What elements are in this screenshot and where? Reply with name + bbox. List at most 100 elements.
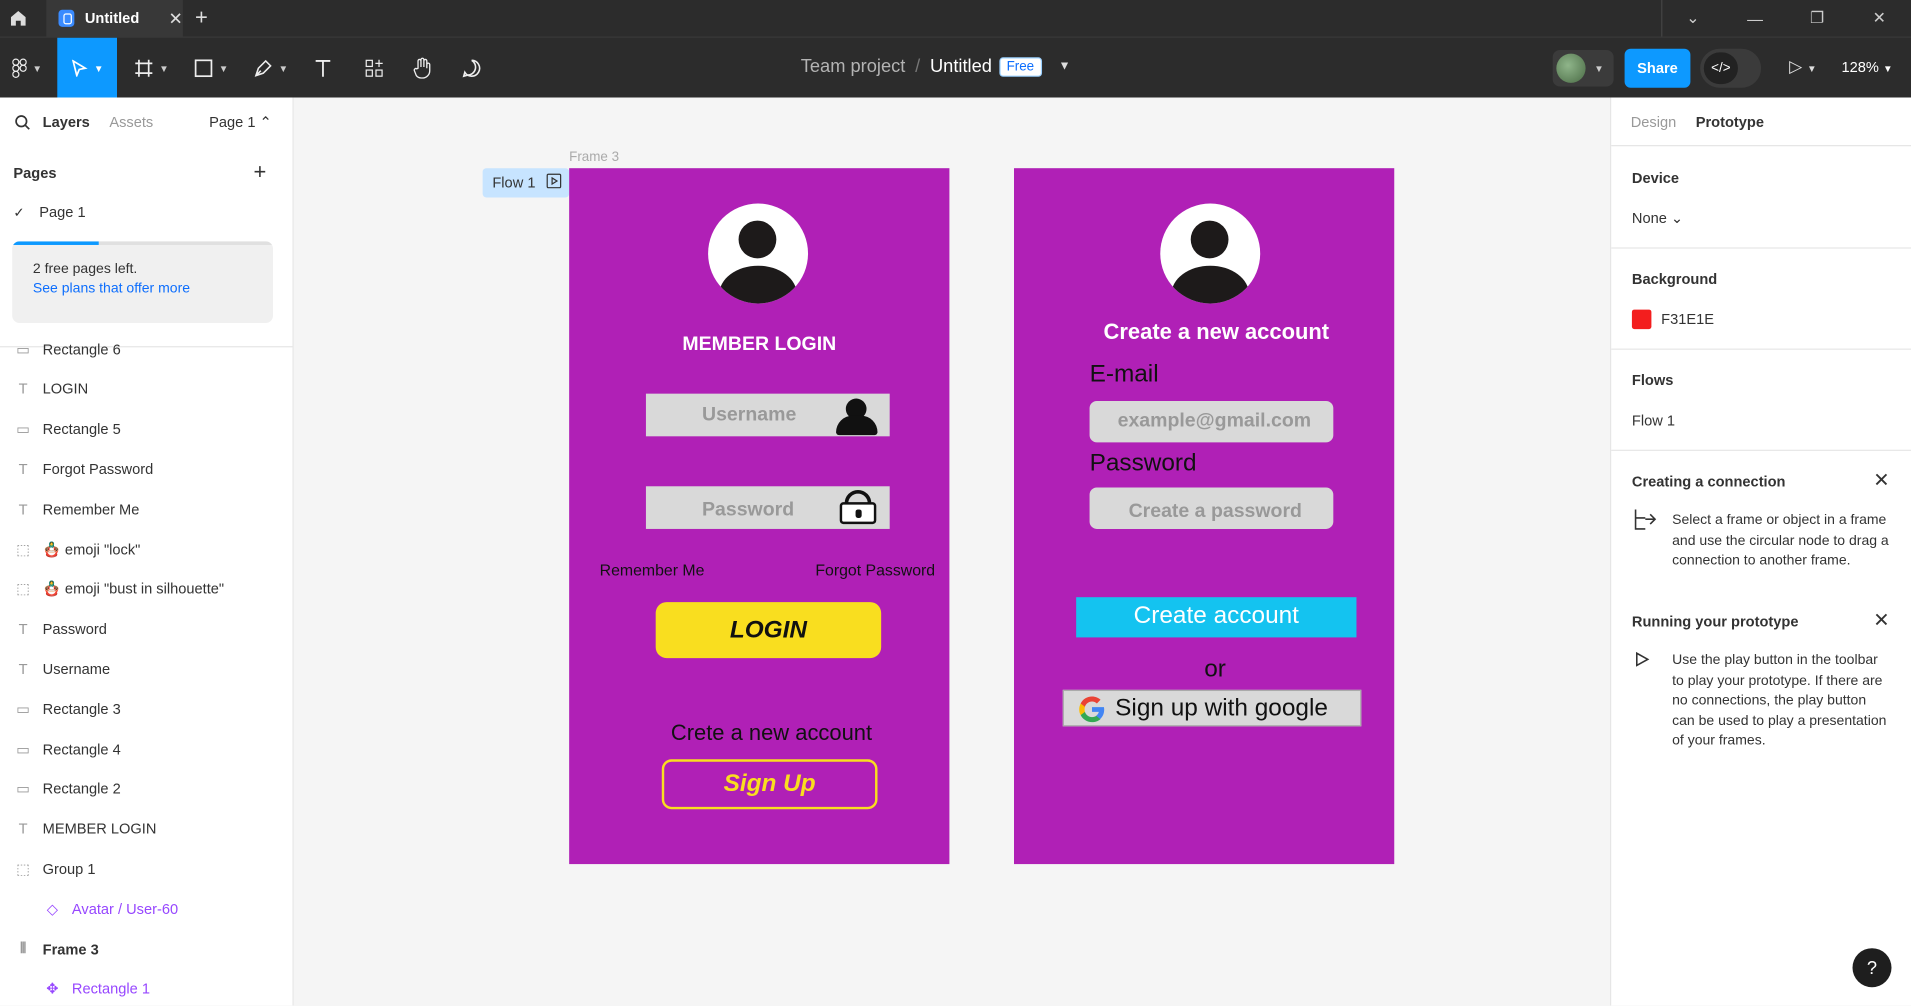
chevron-down-icon[interactable]: ⌄ — [1662, 0, 1723, 37]
create-account-prompt: Crete a new account — [670, 720, 873, 745]
frame-tool-button[interactable]: ▼ — [127, 38, 176, 99]
pen-tool-button[interactable]: ▼ — [246, 38, 295, 99]
minimize-button[interactable]: — — [1725, 0, 1786, 37]
user-avatar-menu[interactable]: ▼ — [1552, 49, 1614, 87]
layer-row[interactable]: T Remember Me — [0, 489, 293, 529]
remember-me-label[interactable]: Remember Me — [600, 561, 705, 579]
layer-label: Rectangle 1 — [71, 980, 150, 998]
close-tab-icon[interactable]: ✕ — [169, 8, 183, 29]
layer-row[interactable]: ⫴ Frame 3 — [0, 929, 293, 969]
google-signup-button[interactable]: Sign up with google — [1062, 689, 1362, 727]
avatar-body — [719, 265, 798, 304]
sign-up-button[interactable]: Sign Up — [661, 759, 878, 810]
check-icon: ✓ — [13, 205, 25, 221]
flow-list-item[interactable]: Flow 1 — [1632, 412, 1675, 429]
rectangle-icon: ▭ — [16, 420, 31, 438]
layer-row[interactable]: ⬚ Group 1 — [0, 849, 293, 889]
zoom-level[interactable]: 128% ▼ — [1842, 59, 1893, 76]
page-item[interactable]: ✓ Page 1 — [13, 204, 85, 221]
chevron-down-icon[interactable]: ▼ — [1059, 60, 1071, 73]
see-plans-link[interactable]: See plans that offer more — [33, 282, 273, 297]
username-field[interactable]: Username — [645, 393, 890, 437]
search-icon[interactable] — [15, 114, 31, 130]
layer-label: Group 1 — [42, 860, 96, 878]
frame-label[interactable]: Frame 3 — [569, 150, 619, 165]
tab-assets[interactable]: Assets — [109, 113, 153, 130]
flow-starting-point[interactable]: Flow 1 — [482, 168, 570, 198]
page-selector[interactable]: Page 1 ⌃ — [209, 113, 272, 130]
create-account-button[interactable]: Create account — [1076, 597, 1357, 638]
device-select[interactable]: None ⌄ — [1632, 210, 1683, 227]
layer-row[interactable]: ⬚ 🪆 emoji "lock" — [0, 529, 293, 569]
tab-layers[interactable]: Layers — [43, 113, 90, 130]
signup-frame[interactable]: Create a new account E-mail example@gmai… — [1014, 168, 1395, 865]
tab-design[interactable]: Design — [1631, 113, 1677, 130]
email-field[interactable]: example@gmail.com — [1089, 400, 1334, 443]
device-section — [1611, 147, 1911, 249]
tab-prototype[interactable]: Prototype — [1696, 113, 1764, 130]
layer-row[interactable]: T MEMBER LOGIN — [0, 809, 293, 849]
comment-tool-button[interactable] — [456, 38, 488, 99]
or-separator: or — [1204, 655, 1226, 683]
forgot-password-link[interactable]: Forgot Password — [815, 561, 935, 579]
file-tab[interactable]: Untitled ✕ — [46, 0, 183, 37]
add-page-button[interactable]: + — [254, 160, 267, 186]
layer-row[interactable]: T Forgot Password — [0, 449, 293, 489]
close-icon[interactable]: ✕ — [1873, 468, 1889, 492]
help-button[interactable]: ? — [1852, 948, 1892, 988]
layer-row[interactable]: T Password — [0, 609, 293, 649]
text-icon: T — [18, 820, 28, 838]
rectangle-icon: ▭ — [16, 340, 31, 358]
layer-row[interactable]: ◇ Avatar / User-60 — [0, 889, 293, 929]
title-bar: Untitled ✕ + ⌄ — ❐ ✕ — [0, 0, 1911, 37]
layer-row[interactable]: ✥ Rectangle 1 — [0, 969, 293, 1006]
layer-row[interactable]: ▭ Rectangle 2 — [0, 769, 293, 809]
create-password-field[interactable]: Create a password — [1089, 487, 1334, 529]
layer-row[interactable]: ⬚ 🪆 emoji "bust in silhouette" — [0, 569, 293, 609]
file-name[interactable]: Untitled — [930, 56, 992, 77]
move-tool-button[interactable]: ▼ — [57, 37, 117, 99]
pages-header: Pages — [13, 164, 57, 182]
free-pages-notice: 2 free pages left. See plans that offer … — [12, 241, 273, 323]
dev-mode-toggle[interactable]: </> — [1700, 48, 1762, 88]
play-icon[interactable]: ▷ ▼ — [1789, 56, 1817, 77]
restore-button[interactable]: ❐ — [1787, 0, 1848, 37]
rectangle-icon: ▭ — [16, 740, 31, 758]
layer-row[interactable]: ▭ Rectangle 3 — [0, 689, 293, 729]
password-field[interactable]: Password — [645, 486, 890, 529]
close-icon[interactable]: ✕ — [1873, 608, 1889, 632]
text-icon: T — [18, 620, 28, 638]
close-window-button[interactable]: ✕ — [1849, 0, 1910, 37]
new-tab-button[interactable]: + — [195, 5, 208, 31]
login-frame[interactable]: MEMBER LOGIN Username Password Remember … — [569, 168, 950, 865]
play-flow-icon[interactable] — [546, 173, 562, 193]
main-menu-button[interactable]: ▼ — [5, 38, 49, 99]
left-panel: Layers Assets Page 1 ⌃ Pages + ✓ Page 1 2… — [0, 97, 294, 1006]
project-name[interactable]: Team project — [801, 56, 906, 77]
shape-tool-button[interactable]: ▼ — [186, 38, 235, 99]
group-icon: ⬚ — [16, 540, 31, 558]
layer-row[interactable]: T Username — [0, 649, 293, 689]
layer-row[interactable]: ▭ Rectangle 4 — [0, 729, 293, 769]
google-logo-icon — [1079, 696, 1105, 723]
resources-button[interactable] — [358, 38, 390, 99]
layer-label: Frame 3 — [42, 940, 99, 958]
layer-label: LOGIN — [42, 380, 89, 398]
right-panel-tabs: Design Prototype — [1611, 98, 1911, 147]
flows-header: Flows — [1631, 371, 1674, 389]
canvas[interactable]: Frame 3 Flow 1 MEMBER LOGIN Username Pas… — [293, 97, 1610, 1006]
layer-row[interactable]: ▭ Rectangle 5 — [0, 409, 293, 449]
background-color-swatch[interactable] — [1631, 309, 1652, 330]
layer-row[interactable]: T LOGIN — [0, 369, 293, 409]
text-tool-button[interactable] — [307, 38, 339, 99]
home-icon[interactable] — [0, 0, 37, 37]
background-hex-value[interactable]: F31E1E — [1661, 311, 1714, 328]
layer-row[interactable]: ▭ Rectangle 6 — [0, 329, 293, 369]
code-icon: </> — [1703, 52, 1738, 85]
right-panel: Design Prototype Device None ⌄ Backgroun… — [1609, 97, 1911, 1006]
layer-label: 🪆 emoji "lock" — [42, 540, 141, 558]
share-button[interactable]: Share — [1624, 48, 1691, 88]
login-button[interactable]: LOGIN — [655, 602, 882, 659]
email-label: E-mail — [1089, 360, 1159, 388]
hand-tool-button[interactable] — [407, 38, 439, 99]
